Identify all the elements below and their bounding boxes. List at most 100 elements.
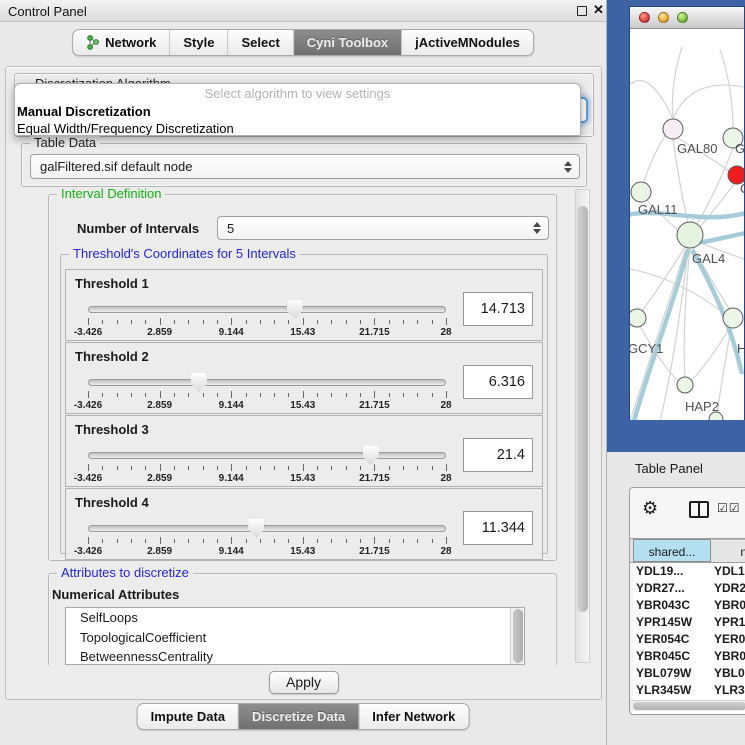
network-node-hap2[interactable] [677,377,693,393]
bottom-tabbar: Impute Data Discretize Data Infer Network [137,703,470,730]
threshold-panel: Threshold 2 -3.4262.8599.14415.4321.7152… [65,342,543,414]
tab-impute-data[interactable]: Impute Data [138,704,239,729]
cell-name: YLR3 [714,683,745,697]
thresholds-group-title: Threshold's Coordinates for 5 Intervals [69,246,300,262]
threshold-value-field[interactable]: 14.713 [463,292,533,326]
combo-arrows-icon [533,222,541,234]
network-node-gal11[interactable] [631,182,651,202]
gear-icon[interactable]: ⚙ [642,499,658,517]
table-row[interactable]: YBR043C YBR0 [633,597,745,614]
network-edge [673,85,744,119]
network-node-gal80[interactable] [663,119,683,139]
tab-discretize-data[interactable]: Discretize Data [239,704,359,729]
network-canvas[interactable]: GAL80GACGAL11GAL4GCY1HHAP2 [630,29,744,420]
number-of-intervals-combobox[interactable]: 5 [217,216,549,240]
attribute-item-betweennesscentrality[interactable]: BetweennessCentrality [66,647,524,665]
table-data-selected-value: galFiltered.sif default node [40,159,192,174]
tab-label: Network [105,35,156,50]
column-header-shared-name[interactable]: shared... [633,539,711,562]
table-row[interactable]: YDL19...YDL1 [633,563,745,580]
table-header-row: shared... n [630,538,745,563]
slider-handle[interactable] [363,446,379,465]
threshold-label: Threshold 1 [75,276,149,291]
attributes-group-title: Attributes to discretize [57,565,193,581]
slider-ticks [88,537,446,545]
slider-track[interactable] [88,525,446,532]
table-toolbar: ⚙ ☑☑ [630,488,745,538]
application-window: Control Panel ✕ NetworkStyleSelectCyni T… [0,0,745,745]
slider-track[interactable] [88,306,446,313]
select-columns-icon[interactable]: ☑☑ [717,501,741,515]
threshold-value-field[interactable]: 21.4 [463,438,533,472]
cell-name: YER0 [714,632,745,646]
close-icon[interactable]: ✕ [593,2,604,18]
panel-vertical-scrollbar[interactable] [575,189,590,663]
listbox-scrollbar[interactable] [510,608,524,664]
threshold-value-field[interactable]: 6.316 [463,365,533,399]
attribute-item-topologicalcoefficient[interactable]: TopologicalCoefficient [66,628,524,648]
column-header-name[interactable]: n [712,539,745,562]
slider-ticks [88,318,446,326]
table-row[interactable]: YBR045C YBR0 [633,648,745,665]
threshold-value-field[interactable]: 11.344 [463,511,533,545]
network-edge [672,47,682,119]
table-horizontal-scrollbar[interactable] [630,700,745,711]
attribute-item-selfloops[interactable]: SelfLoops [66,608,524,628]
apply-button[interactable]: Apply [269,671,339,694]
slider-track[interactable] [88,379,446,386]
thresholds-group: Threshold's Coordinates for 5 Intervals … [60,254,548,554]
table-row[interactable]: YBL079WYBL0 [633,665,745,682]
cell-name: YBR0 [714,598,745,612]
table-row[interactable]: YPR145WYPR1 [633,614,745,631]
cell-shared-name: YBR045C [636,649,690,663]
network-node-gcy1[interactable] [630,309,646,327]
numerical-attributes-listbox[interactable]: SelfLoopsTopologicalCoefficientBetweenne… [65,607,525,665]
network-edge [643,135,666,184]
attributes-list: SelfLoopsTopologicalCoefficientBetweenne… [66,608,524,665]
threshold-slider[interactable]: -3.4262.8599.14415.4321.71528 [88,523,446,557]
algorithm-dropdown-prompt: Select algorithm to view settings [15,84,580,103]
panel-scrollbar-thumb[interactable] [577,206,588,612]
table-data-combobox[interactable]: galFiltered.sif default node [30,154,580,179]
network-edge [630,81,673,119]
minimize-traffic-light-icon[interactable] [658,12,669,23]
slider-handle[interactable] [191,373,207,392]
tab-jactivemnodules[interactable]: jActiveMNodules [402,30,533,55]
threshold-slider[interactable]: -3.4262.8599.14415.4321.71528 [88,450,446,484]
split-columns-icon[interactable] [689,501,709,518]
tab-style[interactable]: Style [170,30,228,55]
slider-handle[interactable] [287,300,303,319]
algorithm-dropdown-popup: Select algorithm to view settings Manual… [14,83,581,136]
tab-network[interactable]: Network [73,30,170,55]
tab-cyni-toolbox[interactable]: Cyni Toolbox [294,30,402,55]
network-node-label: H [737,341,744,356]
table-row[interactable]: YDR27...YDR2 [633,580,745,597]
algorithm-option-manual-discretization[interactable]: Manual Discretization [15,103,580,120]
threshold-slider[interactable]: -3.4262.8599.14415.4321.71528 [88,377,446,411]
algorithm-option-equal-width-frequency-discretization[interactable]: Equal Width/Frequency Discretization [15,120,580,136]
close-traffic-light-icon[interactable] [639,12,650,23]
tab-select[interactable]: Select [228,30,293,55]
network-node-label: GAL80 [677,141,717,156]
table-scrollbar-thumb[interactable] [633,702,745,710]
tab-label: Discretize Data [252,709,345,724]
slider-handle[interactable] [248,519,264,538]
network-node-gal4[interactable] [677,222,703,248]
number-of-intervals-label: Number of Intervals [77,221,199,236]
network-window-titlebar [630,7,744,29]
table-row[interactable]: YER054C YER0 [633,631,745,648]
cell-shared-name: YER054C [636,632,689,646]
cell-name: YBR0 [714,649,745,663]
table-row[interactable]: YLR345WYLR3 [633,682,745,699]
cell-shared-name: YBR043C [636,598,690,612]
listbox-scrollbar-thumb[interactable] [513,609,523,663]
cell-shared-name: YPR145W [636,615,692,629]
slider-track[interactable] [88,452,446,459]
top-tabbar: Network StyleSelectCyni ToolboxjActiveMNo… [72,29,534,56]
tab-infer-network[interactable]: Infer Network [359,704,468,729]
float-window-icon[interactable] [577,6,587,16]
threshold-slider[interactable]: -3.4262.8599.14415.4321.71528 [88,304,446,338]
slider-axis-labels: -3.4262.8599.14415.4321.71528 [88,400,446,412]
network-node-h[interactable] [723,308,743,328]
zoom-traffic-light-icon[interactable] [677,12,688,23]
